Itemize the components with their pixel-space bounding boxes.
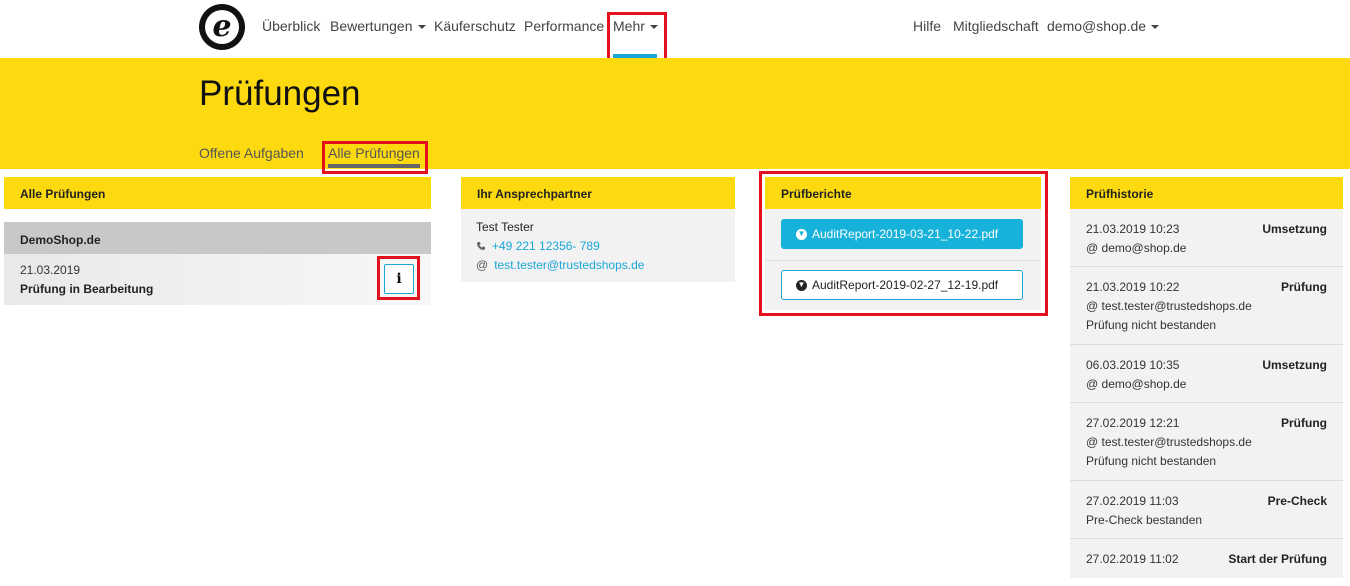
history-heading: Prüfhistorie [1070, 177, 1343, 209]
user-menu-label: demo@shop.de [1047, 18, 1147, 34]
history-note: Pre-Check bestanden [1086, 513, 1203, 527]
history-type: Prüfung [1281, 416, 1327, 430]
contact-email-row: @ test.tester@trustedshops.de [476, 258, 644, 272]
history-type: Start der Prüfung [1228, 552, 1327, 566]
contact-phone-row: +49 221 12356- 789 [476, 239, 600, 253]
highlight-box-mehr [607, 12, 667, 63]
history-note: Prüfung nicht bestanden [1086, 454, 1217, 468]
audit-status: Prüfung in Bearbeitung [20, 282, 154, 296]
history-datetime: 21.03.2019 10:22 [1086, 280, 1180, 294]
top-navigation: e Überblick Bewertungen Käuferschutz Per… [0, 0, 1350, 63]
divider [1070, 344, 1343, 345]
history-datetime: 27.02.2019 12:21 [1086, 416, 1180, 430]
nav-link-hilfe[interactable]: Hilfe [913, 18, 941, 34]
divider [1070, 266, 1343, 267]
nav-link-mitgliedschaft[interactable]: Mitgliedschaft [953, 18, 1039, 34]
divider [1070, 538, 1343, 539]
all-audits-heading: Alle Prüfungen [4, 177, 431, 209]
nav-link-bewertungen[interactable]: Bewertungen [330, 18, 426, 34]
highlight-box-reports [759, 171, 1048, 316]
nav-link-kaeuferschutz[interactable]: Käuferschutz [434, 18, 516, 34]
caret-down-icon [1151, 25, 1160, 30]
highlight-box-info [377, 256, 420, 300]
divider [1070, 402, 1343, 403]
caret-down-icon [417, 25, 426, 30]
audit-date: 21.03.2019 [20, 263, 81, 277]
shop-name: DemoShop.de [4, 222, 431, 254]
audit-item[interactable] [4, 254, 431, 305]
user-menu[interactable]: demo@shop.de [1047, 18, 1160, 34]
history-note: Prüfung nicht bestanden [1086, 318, 1217, 332]
history-type: Prüfung [1281, 280, 1327, 294]
divider [1070, 480, 1343, 481]
phone-icon [477, 242, 485, 250]
history-user: @ demo@shop.de [1086, 241, 1187, 255]
tab-offene-aufgaben[interactable]: Offene Aufgaben [199, 145, 304, 161]
history-type: Pre-Check [1267, 494, 1327, 508]
nav-link-ueberblick[interactable]: Überblick [262, 18, 320, 34]
page-title: Prüfungen [199, 74, 361, 113]
at-icon: @ [476, 258, 489, 272]
history-user: @ test.tester@trustedshops.de [1086, 435, 1252, 449]
history-type: Umsetzung [1262, 222, 1327, 236]
history-user: @ test.tester@trustedshops.de [1086, 299, 1252, 313]
history-datetime: 21.03.2019 10:23 [1086, 222, 1180, 236]
history-datetime: 27.02.2019 11:02 [1086, 552, 1179, 566]
nav-link-bewertungen-label: Bewertungen [330, 18, 413, 34]
contact-name: Test Tester [476, 220, 534, 234]
history-user: @ demo@shop.de [1086, 377, 1187, 391]
trustedshops-logo-icon[interactable]: e [199, 4, 245, 50]
contact-heading: Ihr Ansprechpartner [461, 177, 735, 209]
nav-link-performance[interactable]: Performance [524, 18, 604, 34]
highlight-box-alle-pruefungen [322, 141, 428, 174]
contact-email-link[interactable]: test.tester@trustedshops.de [494, 258, 644, 272]
history-type: Umsetzung [1262, 358, 1327, 372]
contact-phone-link[interactable]: +49 221 12356- 789 [492, 239, 600, 253]
history-datetime: 27.02.2019 11:03 [1086, 494, 1179, 508]
history-datetime: 06.03.2019 10:35 [1086, 358, 1180, 372]
